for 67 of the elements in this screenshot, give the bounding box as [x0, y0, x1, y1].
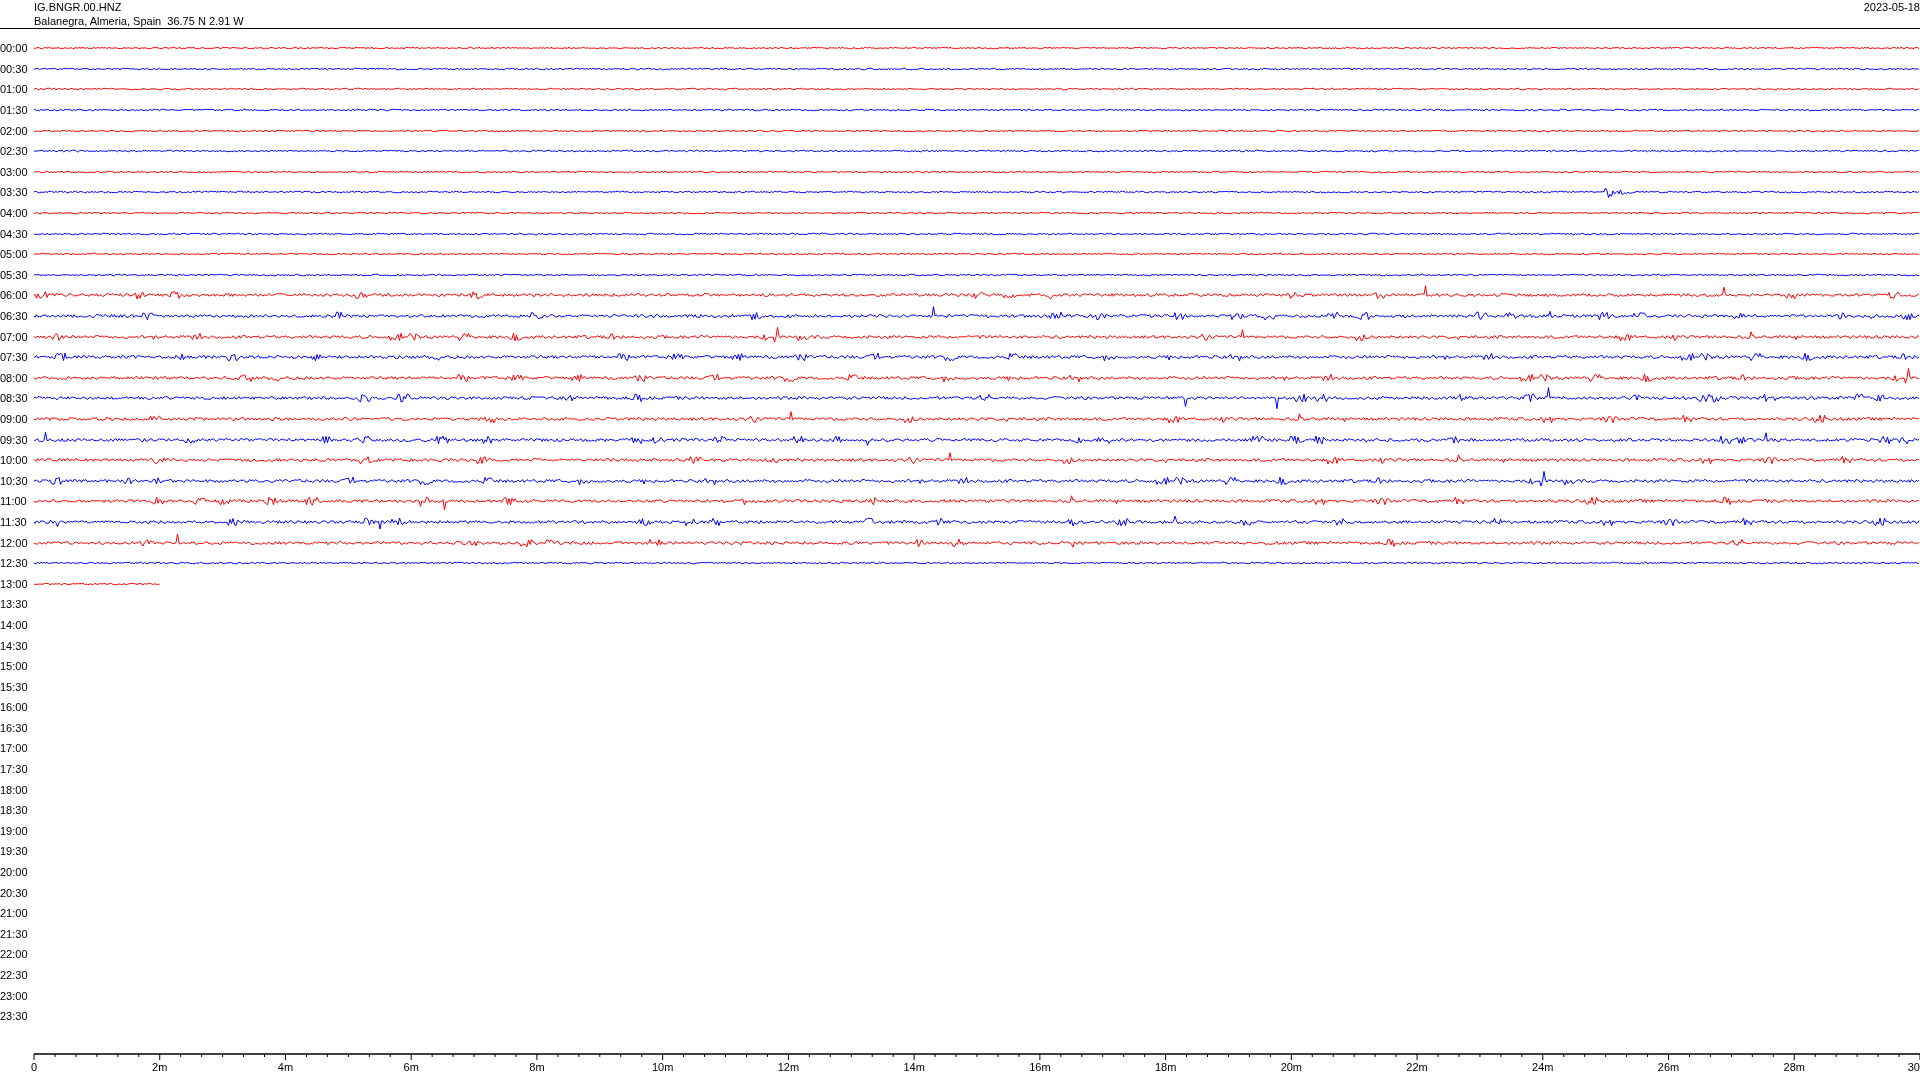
time-label: 07:00: [0, 330, 29, 343]
time-label: 03:30: [0, 186, 29, 199]
station-code: IG.BNGR.00.HNZ: [34, 0, 123, 14]
axis-label: 8m: [529, 1061, 545, 1073]
time-label: 17:00: [0, 742, 29, 755]
time-label: 02:30: [0, 145, 29, 158]
axis-label: 28m: [1783, 1061, 1805, 1073]
time-label: 21:30: [0, 927, 29, 940]
axis-label: 18m: [1154, 1061, 1177, 1073]
time-label: 23:30: [0, 1010, 29, 1023]
axis-label: 0: [31, 1061, 38, 1073]
time-label: 23:00: [0, 989, 29, 1002]
axis-label: 6m: [403, 1061, 419, 1073]
time-label: 12:00: [0, 536, 29, 549]
axis-label: 26m: [1657, 1061, 1680, 1073]
time-label: 13:00: [0, 577, 29, 590]
time-label: 11:00: [0, 495, 28, 508]
time-label: 22:30: [0, 969, 29, 981]
time-label: 07:30: [0, 351, 29, 364]
date-label: 2023-05-18: [1863, 0, 1920, 15]
time-label: 19:30: [0, 845, 29, 858]
time-label: 12:30: [0, 557, 29, 570]
time-label: 15:00: [0, 660, 29, 673]
time-label: 00:00: [0, 42, 29, 55]
time-label: 09:00: [0, 413, 29, 425]
axis-label: 24m: [1532, 1061, 1554, 1073]
time-label: 08:30: [0, 392, 29, 405]
time-label: 05:00: [0, 248, 29, 261]
axis-label: 22m: [1406, 1061, 1428, 1073]
time-label: 16:30: [0, 721, 29, 734]
time-label: 10:00: [0, 454, 29, 467]
time-label: 21:00: [0, 907, 29, 920]
time-label: 11:30: [0, 515, 28, 528]
axis-label: 14m: [903, 1061, 925, 1073]
time-label: 05:30: [0, 268, 29, 281]
axis-label: 12m: [777, 1061, 800, 1073]
time-label: 08:00: [0, 371, 29, 384]
time-label: 18:30: [0, 804, 29, 817]
time-label: 04:00: [0, 207, 29, 220]
time-label: 20:00: [0, 866, 29, 879]
axis-label: 4m: [277, 1061, 294, 1073]
time-label: 19:00: [0, 824, 29, 837]
time-label: 17:30: [0, 763, 29, 776]
time-label: 06:30: [0, 310, 29, 322]
axis-label: 10m: [651, 1061, 674, 1073]
axis-label: 20m: [1280, 1061, 1303, 1073]
time-label: 09:30: [0, 433, 29, 446]
time-label: 22:00: [0, 948, 29, 961]
time-label: 02:00: [0, 124, 29, 137]
time-label: 10:30: [0, 474, 29, 487]
time-label: 14:30: [0, 639, 29, 652]
axis-label: 16m: [1029, 1061, 1051, 1073]
time-label: 04:30: [0, 227, 29, 240]
time-label: 13:30: [0, 598, 29, 611]
axis-label: 30: [1907, 1061, 1920, 1073]
axis-label: 2m: [152, 1061, 168, 1073]
time-label: 16:00: [0, 701, 29, 714]
time-label: 00:30: [0, 62, 29, 75]
time-label: 20:30: [0, 886, 29, 899]
time-label: 01:00: [0, 83, 29, 96]
station-location: Balanegra, Almeria, Spain 36.75 N 2.91 W: [34, 14, 244, 28]
time-label: 18:00: [0, 783, 29, 796]
time-label: 01:30: [0, 104, 29, 117]
time-label: 14:00: [0, 618, 29, 631]
time-label: 03:00: [0, 165, 29, 178]
time-label: 15:30: [0, 680, 29, 693]
time-label: 06:00: [0, 289, 29, 302]
